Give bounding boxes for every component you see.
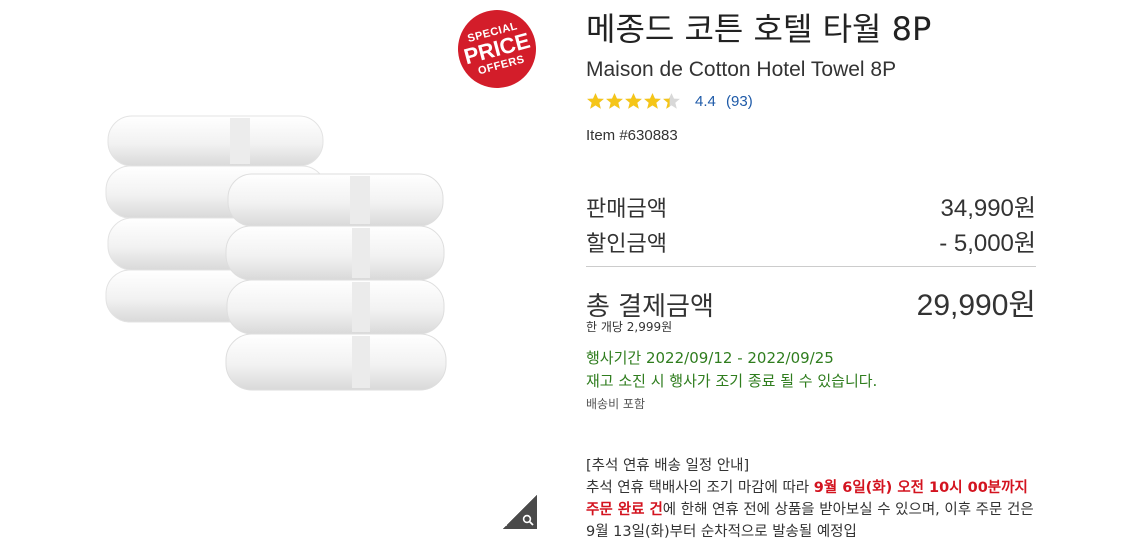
early-end-notice: 재고 소진 시 행사가 조기 종료 될 수 있습니다.: [586, 372, 878, 390]
zoom-button[interactable]: [503, 495, 537, 529]
magnifier-icon: [522, 514, 534, 526]
notice-text-1: 추석 연휴 택배사의 조기 마감에 따라: [586, 480, 814, 496]
notice-heading: [추석 연휴 배송 일정 안내]: [586, 458, 750, 474]
rating-summary-link[interactable]: 4.4 (93): [695, 93, 759, 110]
towel-stack-front: [225, 173, 447, 391]
sale-price-row: 판매금액 34,990원: [586, 188, 1036, 223]
price-divider: [586, 266, 1036, 267]
star-icon: [644, 93, 661, 109]
sale-price-label: 판매금액: [586, 197, 667, 222]
product-image-area[interactable]: SPECIAL PRICE OFFERS: [0, 0, 560, 540]
product-image-towels[interactable]: [100, 108, 450, 393]
rating-value: 4.4: [695, 93, 716, 110]
star-icon: [606, 93, 623, 109]
per-unit-price: 한 개당 2,999원: [586, 320, 673, 334]
holiday-shipping-notice: [추석 연휴 배송 일정 안내] 추석 연휴 택배사의 조기 마감에 따라 9월…: [586, 455, 1038, 543]
sale-price-value: 34,990원: [940, 195, 1037, 222]
shipping-included: 배송비 포함: [586, 397, 646, 411]
review-count[interactable]: (93): [726, 93, 753, 110]
star-rating: [586, 92, 681, 111]
rating-row[interactable]: 4.4 (93): [586, 92, 759, 111]
total-price-value: 29,990원: [916, 289, 1036, 322]
notice-body: 추석 연휴 택배사의 조기 마감에 따라 9월 6일(화) 오전 10시 00분…: [586, 477, 1038, 543]
promotion-period: 행사기간 2022/09/12 - 2022/09/25: [586, 349, 834, 367]
star-icon: [587, 93, 604, 109]
product-title-korean: 메종드 코튼 호텔 타월 8P: [586, 10, 932, 48]
product-title-english: Maison de Cotton Hotel Towel 8P: [586, 58, 897, 81]
item-number: Item #630883: [586, 127, 678, 144]
special-price-offers-badge: SPECIAL PRICE OFFERS: [449, 1, 545, 97]
discount-row: 할인금액 - 5,000원: [586, 223, 1036, 258]
discount-label: 할인금액: [586, 232, 667, 257]
discount-value: - 5,000원: [939, 230, 1036, 257]
star-icon: [663, 93, 680, 109]
star-icon: [625, 93, 642, 109]
